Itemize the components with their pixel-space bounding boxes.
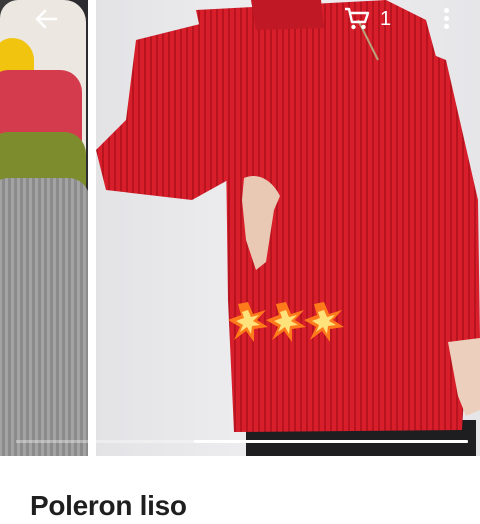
previous-product-image[interactable] bbox=[0, 0, 88, 456]
gallery-scroll-indicator bbox=[16, 440, 468, 443]
gallery-scroll-thumb bbox=[194, 440, 468, 443]
cart-button[interactable]: 1 bbox=[344, 6, 396, 32]
product-title: Poleron liso bbox=[30, 490, 187, 521]
cart-count-badge: 1 bbox=[380, 7, 392, 30]
back-button[interactable] bbox=[30, 4, 62, 34]
grey-sweater bbox=[0, 178, 88, 456]
shopping-cart-icon bbox=[345, 7, 370, 30]
top-app-bar: 1 bbox=[0, 0, 480, 40]
product-image-gallery[interactable]: 1 bbox=[0, 0, 480, 456]
more-options-button[interactable] bbox=[436, 6, 456, 32]
arrow-left-icon bbox=[35, 9, 58, 29]
red-sweater-illustration bbox=[96, 0, 480, 456]
main-product-image[interactable] bbox=[96, 0, 480, 456]
sparkle-burst-sticker bbox=[228, 302, 344, 342]
